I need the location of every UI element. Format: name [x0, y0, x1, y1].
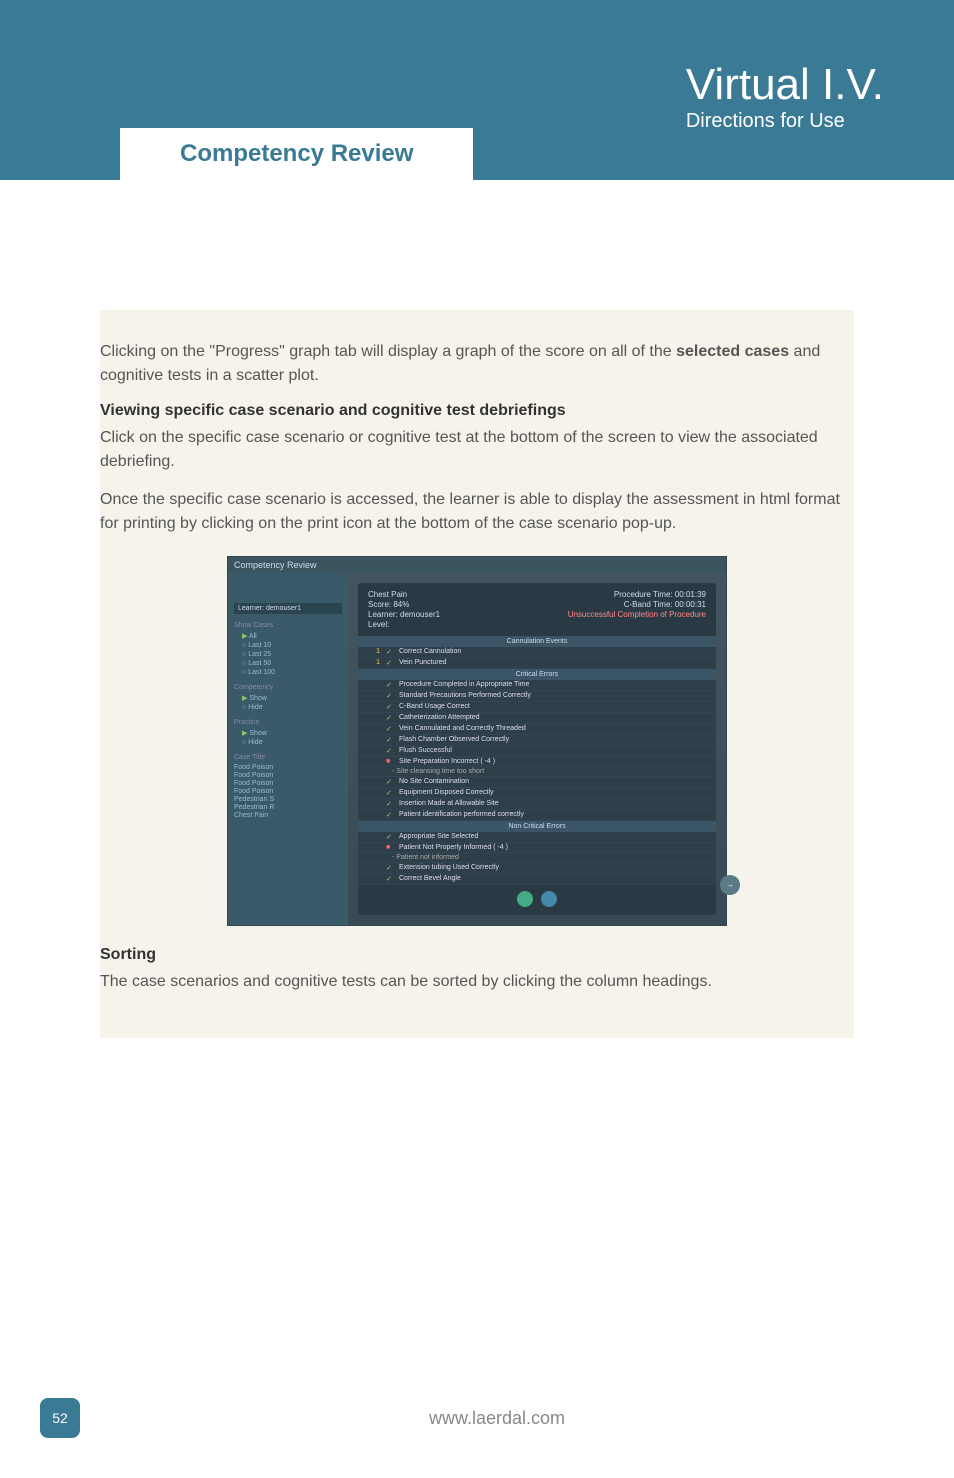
case-list-item[interactable]: Food Poison [234, 780, 342, 787]
sidebar-item[interactable]: Show [242, 694, 342, 702]
critical-header: Critical Errors [358, 669, 716, 680]
next-arrow-icon[interactable]: → [720, 875, 740, 895]
error-row: ✓Patient identification performed correc… [358, 810, 716, 821]
page-header: Virtual I.V. Directions for Use Competen… [0, 0, 954, 180]
paragraph-click-case: Click on the specific case scenario or c… [100, 426, 854, 474]
sidebar-item[interactable]: Last 100 [242, 669, 342, 676]
content-block: Clicking on the "Progress" graph tab wil… [100, 310, 854, 1038]
case-list-item[interactable]: Chest Pain [234, 812, 342, 819]
error-row: ✓Vein Cannulated and Correctly Threaded [358, 724, 716, 735]
paragraph-sorting: The case scenarios and cognitive tests c… [100, 970, 854, 994]
error-row: ✓Standard Precautions Performed Correctl… [358, 691, 716, 702]
event-row: 1✓Vein Punctured [358, 658, 716, 669]
error-row: ✓Appropriate Site Selected [358, 832, 716, 843]
sidebar-item[interactable]: Last 10 [242, 642, 342, 649]
sidebar-item[interactable]: All [242, 632, 342, 640]
heading-viewing: Viewing specific case scenario and cogni… [100, 402, 854, 420]
embedded-screenshot: Competency Review Learner: demouser1 Sho… [227, 556, 727, 926]
error-row: ✓Catheterization Attempted [358, 713, 716, 724]
error-row: ✓Insertion Made at Allowable Site [358, 799, 716, 810]
learner-row: Learner: demouser1 [234, 603, 342, 614]
paragraph-progress: Clicking on the "Progress" graph tab wil… [100, 340, 854, 388]
case-list-item[interactable]: Food Poison [234, 772, 342, 779]
error-row: ✓C-Band Usage Correct [358, 702, 716, 713]
header-title-block: Virtual I.V. Directions for Use [686, 60, 884, 133]
debrief-popup: Chest Pain Score: 84% Learner: demouser1… [358, 583, 716, 915]
screenshot-main: Chest Pain Score: 84% Learner: demouser1… [348, 573, 726, 925]
page-footer: 52 www.laerdal.com [0, 1398, 954, 1478]
page-content: Clicking on the "Progress" graph tab wil… [0, 180, 954, 1118]
section-tab: Competency Review [120, 128, 473, 180]
popup-title: Chest Pain [368, 590, 440, 599]
sidebar-item[interactable]: Hide [242, 739, 342, 746]
case-list-item[interactable]: Pedestrian S [234, 796, 342, 803]
sidebar-item[interactable]: Last 25 [242, 651, 342, 658]
heading-sorting: Sorting [100, 946, 854, 964]
error-row: ✓Procedure Completed in Appropriate Time [358, 680, 716, 691]
competency-label: Competency [234, 684, 342, 691]
error-row: ✓No Site Contamination [358, 777, 716, 788]
header-title: Virtual I.V. [686, 60, 884, 110]
completion-status: Unsuccessful Completion of Procedure [568, 610, 706, 619]
error-row: ✓Equipment Disposed Correctly [358, 788, 716, 799]
error-row: ✓Correct Bevel Angle [358, 874, 716, 885]
tab-label: Competency Review [180, 140, 413, 168]
show-cases-label: Show Cases [234, 622, 342, 629]
cannulation-header: Cannulation Events [358, 636, 716, 647]
error-row: ■Site Preparation Incorrect ( -4 ) [358, 757, 716, 767]
sidebar-item[interactable]: Hide [242, 704, 342, 711]
sidebar-item[interactable]: Show [242, 729, 342, 737]
sidebar-item[interactable]: Last 50 [242, 660, 342, 667]
error-row: ✓Flush Successful [358, 746, 716, 757]
event-row: 1✓Correct Cannulation [358, 647, 716, 658]
popup-footer [358, 885, 716, 915]
case-title-label: Case Title [234, 754, 342, 761]
practice-label: Practice [234, 719, 342, 726]
header-subtitle: Directions for Use [686, 110, 884, 133]
case-list-item[interactable]: Food Poison [234, 764, 342, 771]
paragraph-print: Once the specific case scenario is acces… [100, 488, 854, 536]
footer-url: www.laerdal.com [80, 1408, 914, 1429]
error-row: ■Patient Not Properly Informed ( -4 ) [358, 843, 716, 853]
print-icon[interactable] [541, 891, 557, 907]
case-list-item[interactable]: Food Poison [234, 788, 342, 795]
screenshot-sidebar: Learner: demouser1 Show Cases All Last 10… [228, 573, 348, 925]
case-list-item[interactable]: Pedestrian R [234, 804, 342, 811]
page-number: 52 [40, 1398, 80, 1438]
error-row: ✓Flash Chamber Observed Correctly [358, 735, 716, 746]
noncritical-header: Non Critical Errors [358, 821, 716, 832]
error-row: ✓Extension tubing Used Correctly [358, 863, 716, 874]
window-title: Competency Review [228, 557, 726, 573]
ok-icon[interactable] [517, 891, 533, 907]
